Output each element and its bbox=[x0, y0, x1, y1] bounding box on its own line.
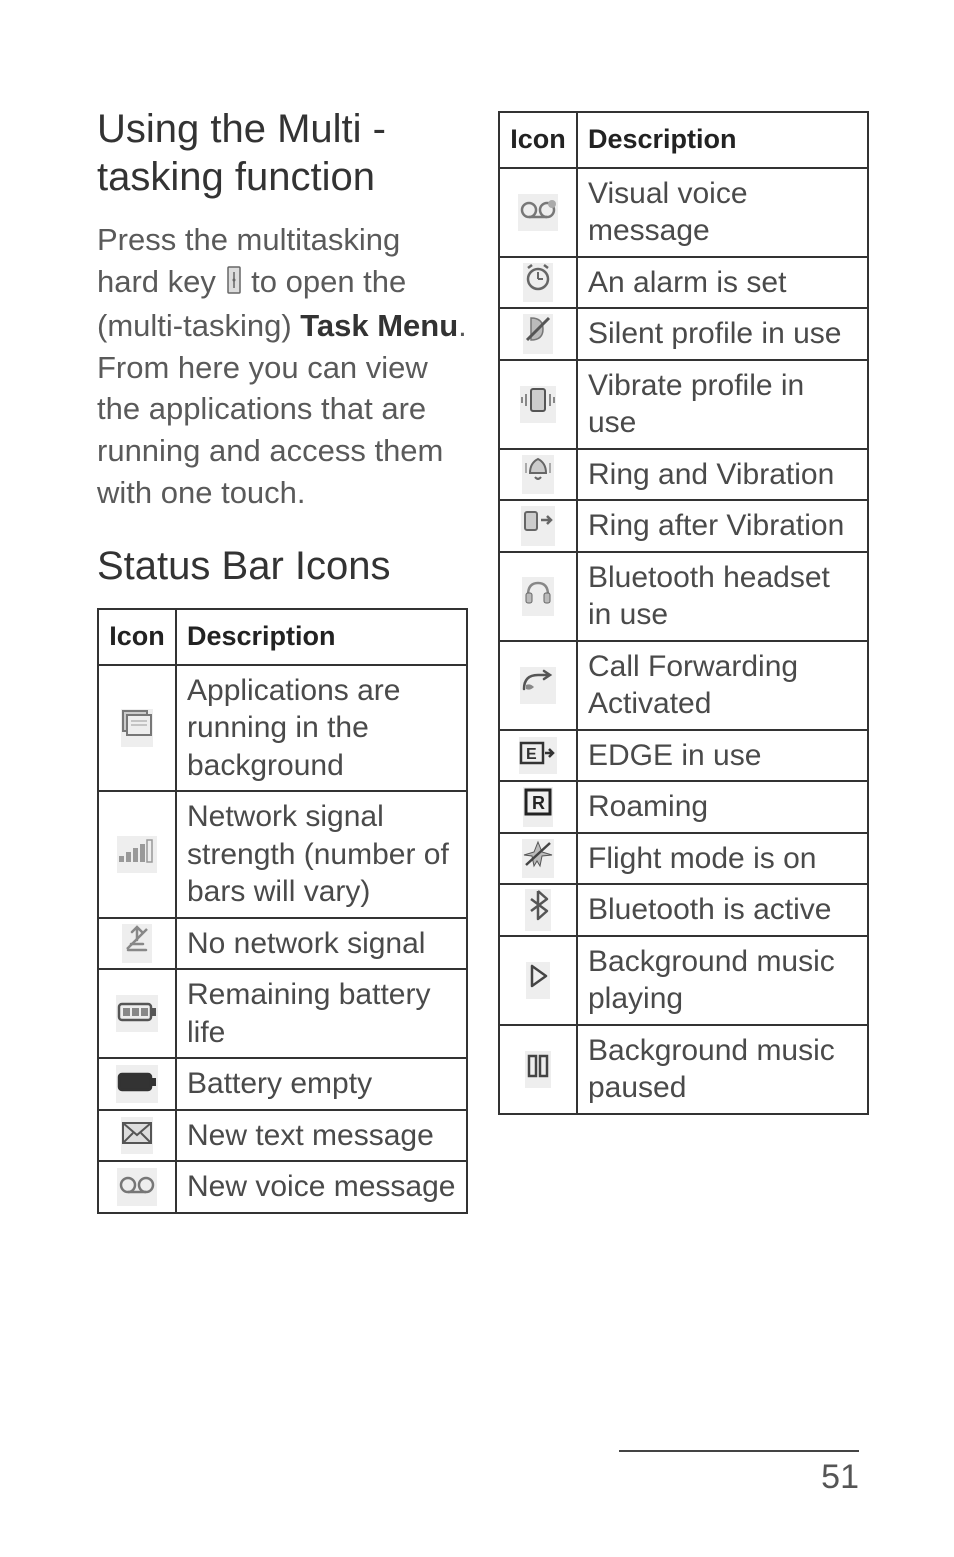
alarm-clock-icon bbox=[523, 263, 553, 303]
cell-description: Background music playing bbox=[577, 936, 868, 1025]
th-description: Description bbox=[577, 112, 868, 168]
status-icon-table-left: Icon Description Applications are runnin… bbox=[97, 608, 468, 1214]
table-row: Ring and Vibration bbox=[499, 449, 868, 501]
cell-description: Ring after Vibration bbox=[577, 500, 868, 552]
cell-description: No network signal bbox=[176, 918, 467, 970]
cell-description: Vibrate profile in use bbox=[577, 360, 868, 449]
cell-description: Silent profile in use bbox=[577, 308, 868, 360]
table-row: Vibrate profile in use bbox=[499, 360, 868, 449]
table-row: Background music paused bbox=[499, 1025, 868, 1114]
battery-full-icon bbox=[116, 995, 158, 1033]
cell-description: Bluetooth headset in use bbox=[577, 552, 868, 641]
cell-description: Background music paused bbox=[577, 1025, 868, 1114]
cell-description: Call Forwarding Activated bbox=[577, 641, 868, 730]
visual-voicemail-icon bbox=[518, 194, 558, 232]
call-forwarding-icon bbox=[520, 667, 556, 705]
signal-bars-icon bbox=[117, 836, 157, 874]
table-row: Silent profile in use bbox=[499, 308, 868, 360]
section-heading-multitasking: Using the Multi - tasking function bbox=[97, 105, 468, 201]
table-row: E EDGE in use bbox=[499, 730, 868, 782]
envelope-icon bbox=[121, 1117, 153, 1155]
cell-description: Network signal strength (number of bars … bbox=[176, 791, 467, 918]
flight-mode-icon bbox=[522, 839, 554, 879]
table-row: Bluetooth is active bbox=[499, 884, 868, 936]
th-icon: Icon bbox=[499, 112, 577, 168]
th-description: Description bbox=[176, 609, 467, 665]
battery-empty-icon bbox=[116, 1065, 158, 1103]
page-number: 51 bbox=[619, 1450, 859, 1497]
table-row: Bluetooth headset in use bbox=[499, 552, 868, 641]
table-row: New voice message bbox=[98, 1161, 467, 1213]
voicemail-icon bbox=[117, 1168, 157, 1206]
cell-description: Ring and Vibration bbox=[577, 449, 868, 501]
cell-description: Roaming bbox=[577, 781, 868, 833]
cell-description: Battery empty bbox=[176, 1058, 467, 1110]
ring-vibration-icon bbox=[522, 455, 554, 495]
no-signal-icon bbox=[122, 924, 152, 964]
table-row: Remaining battery life bbox=[98, 969, 467, 1058]
table-row: Ring after Vibration bbox=[499, 500, 868, 552]
table-row: Background music playing bbox=[499, 936, 868, 1025]
section-heading-status-icons: Status Bar Icons bbox=[97, 542, 468, 590]
bluetooth-active-icon bbox=[525, 889, 551, 931]
table-row: Battery empty bbox=[98, 1058, 467, 1110]
cell-description: EDGE in use bbox=[577, 730, 868, 782]
multitasking-paragraph: Press the multitasking hard key to open … bbox=[97, 219, 468, 514]
ring-after-vibration-icon bbox=[521, 506, 555, 546]
table-row: New text message bbox=[98, 1110, 467, 1162]
cell-description: Bluetooth is active bbox=[577, 884, 868, 936]
silent-profile-icon bbox=[523, 314, 553, 354]
apps-running-icon bbox=[121, 709, 153, 747]
para1-bold: Task Menu bbox=[300, 308, 458, 343]
table-row: An alarm is set bbox=[499, 257, 868, 309]
table-row: Call Forwarding Activated bbox=[499, 641, 868, 730]
roaming-icon: R bbox=[523, 787, 553, 827]
edge-icon: E bbox=[519, 737, 557, 775]
cell-description: An alarm is set bbox=[577, 257, 868, 309]
music-paused-icon bbox=[525, 1051, 551, 1089]
table-row: Flight mode is on bbox=[499, 833, 868, 885]
cell-description: Flight mode is on bbox=[577, 833, 868, 885]
table-row: Network signal strength (number of bars … bbox=[98, 791, 467, 918]
multitask-key-icon bbox=[227, 263, 241, 305]
th-icon: Icon bbox=[98, 609, 176, 665]
svg-text:R: R bbox=[532, 793, 545, 813]
table-row: Applications are running in the backgrou… bbox=[98, 665, 467, 792]
music-playing-icon bbox=[526, 962, 550, 1000]
cell-description: Remaining battery life bbox=[176, 969, 467, 1058]
status-icon-table-right: Icon Description Visual voice message An… bbox=[498, 111, 869, 1115]
cell-description: Applications are running in the backgrou… bbox=[176, 665, 467, 792]
vibrate-profile-icon bbox=[520, 386, 556, 424]
table-row: Visual voice message bbox=[499, 168, 868, 257]
table-row: No network signal bbox=[98, 918, 467, 970]
cell-description: New text message bbox=[176, 1110, 467, 1162]
cell-description: Visual voice message bbox=[577, 168, 868, 257]
bluetooth-headset-icon bbox=[522, 577, 554, 617]
cell-description: New voice message bbox=[176, 1161, 467, 1213]
svg-text:E: E bbox=[526, 746, 537, 763]
table-row: R Roaming bbox=[499, 781, 868, 833]
